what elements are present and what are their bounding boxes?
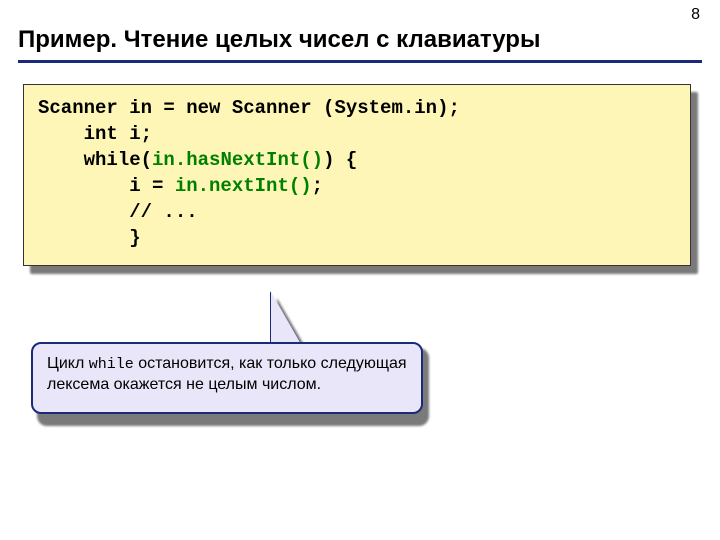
callout-text-mono: while <box>89 356 134 373</box>
callout-text-pre: Цикл <box>47 355 89 372</box>
code-block: Scanner in = new Scanner (System.in); in… <box>23 84 691 266</box>
slide-title: Пример. Чтение целых чисел с клавиатуры <box>18 26 540 54</box>
page-number: 8 <box>691 6 700 24</box>
title-underline <box>18 60 702 63</box>
callout-box: Цикл while остановится, как только следу… <box>31 342 423 414</box>
